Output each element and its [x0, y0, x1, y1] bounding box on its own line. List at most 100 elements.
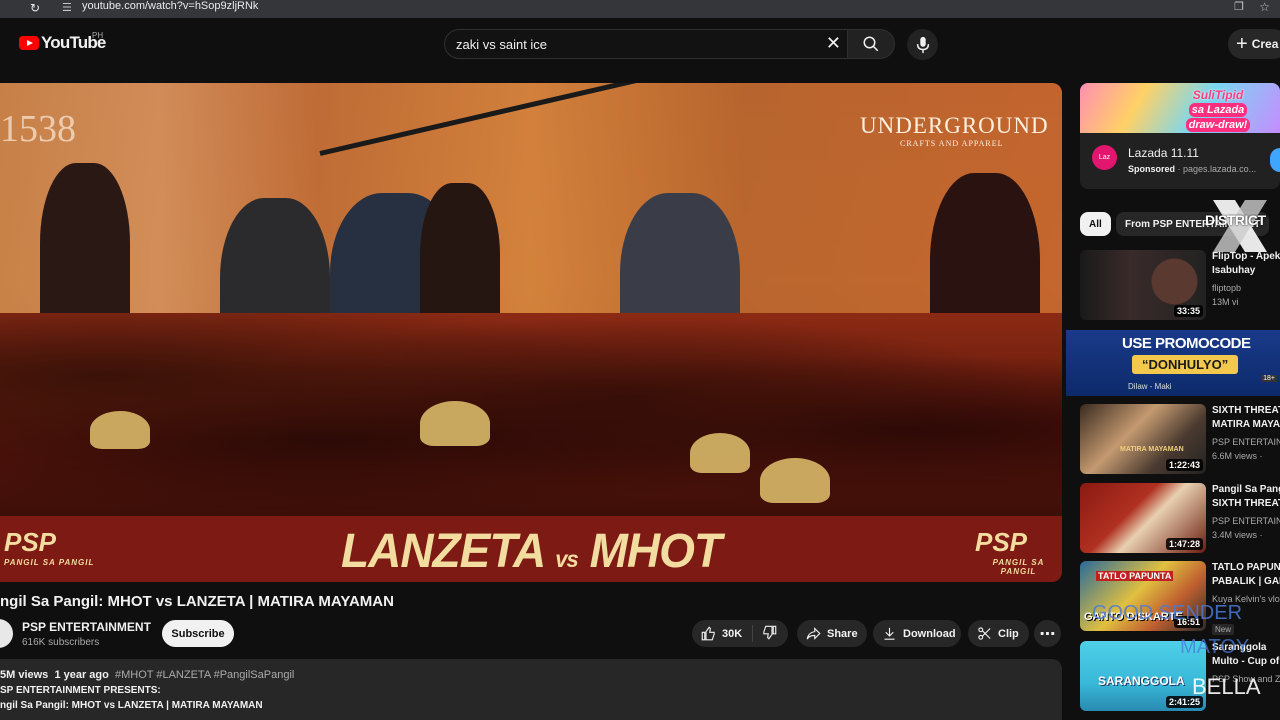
scissors-icon	[978, 627, 991, 640]
thumbs-down-icon	[763, 625, 777, 640]
like-dislike-group: 30K	[692, 620, 788, 647]
battle-title-art: LANZETA vs MHOT	[0, 522, 1062, 579]
recommended-video[interactable]: 1:47:28 Pangil Sa Pang SIXTH THREAT PSP …	[1080, 483, 1280, 553]
search-input[interactable]: zaki vs saint ice ✕	[444, 29, 847, 59]
sponsored-ad-card[interactable]: SuliTipid sa Lazada draw-draw! Laz Lazad…	[1080, 83, 1280, 189]
dislike-button[interactable]	[753, 625, 783, 643]
view-count: 13M vi	[1212, 297, 1239, 307]
description-box[interactable]: 5M views 1 year ago #MHOT #LANZETA #Pang…	[0, 659, 1062, 720]
clip-label: Clip	[998, 627, 1019, 640]
share-label: Share	[827, 627, 858, 640]
ad-headline-line: sa Lazada	[1188, 103, 1248, 117]
recommended-video[interactable]: MATIRA MAYAMAN 1:22:43 SIXTH THREAT MATI…	[1080, 404, 1280, 474]
ad-meta: Sponsored · pages.lazada.co...	[1128, 164, 1256, 174]
create-button[interactable]: + Crea	[1228, 29, 1280, 59]
promo-headline: USE PROMOCODE	[1122, 335, 1251, 352]
crowd-cap	[760, 458, 830, 503]
ad-headline: SuliTipid sa Lazada draw-draw!	[1158, 88, 1278, 132]
lazada-logo: Laz	[1092, 145, 1117, 170]
voice-search-button[interactable]	[907, 29, 938, 60]
stream-overlay-logo: DISTRICT	[1205, 196, 1275, 256]
channel-name: PSP ENTERTAIN	[1212, 516, 1280, 526]
video-thumbnail: 1:47:28	[1080, 483, 1206, 553]
reload-icon[interactable]: ↻	[30, 1, 40, 15]
view-count: 6.6M views ·	[1212, 451, 1263, 461]
video-title: Pangil Sa Pang	[1212, 484, 1280, 495]
ad-headline-line: SuliTipid	[1192, 88, 1244, 102]
thumb-text: SARANGGOLA	[1098, 674, 1185, 688]
stream-overlay-text: BELLA	[1192, 674, 1261, 699]
description-line: ngil Sa Pangil: MHOT vs LANZETA | MATIRA…	[0, 700, 263, 711]
crowd	[0, 313, 1062, 523]
install-app-icon[interactable]: ❐	[1234, 0, 1244, 13]
hashtags[interactable]: #MHOT #LANZETA #PangilSaPangil	[115, 669, 294, 681]
ad-image: SuliTipid sa Lazada draw-draw!	[1080, 83, 1280, 133]
psp-logo-text: PSP	[975, 527, 1028, 557]
thumb-text: MATIRA MAYAMAN	[1120, 446, 1184, 453]
more-actions-button[interactable]: ⋯	[1034, 620, 1061, 647]
thumbs-up-icon	[701, 626, 715, 641]
subscribe-button[interactable]: Subscribe	[162, 620, 234, 647]
youtube-logo[interactable]: YouTube PH	[19, 31, 106, 53]
microphone-icon	[916, 36, 929, 53]
video-title-line2: MATIRA MAYA	[1212, 419, 1280, 430]
duration-badge: 1:47:28	[1165, 538, 1203, 550]
stream-overlay-text: MATOY	[1180, 636, 1250, 658]
youtube-play-icon	[19, 36, 39, 50]
plus-icon: +	[1236, 32, 1248, 55]
video-title-line2: SIXTH THREAT	[1212, 498, 1280, 509]
browser-toolbar: ↻ ☰ youtube.com/watch?v=hSop9zljRNk ❐ ☆	[0, 0, 1280, 18]
upload-age: 1 year ago	[54, 669, 109, 681]
channel-name: fliptopb	[1212, 283, 1242, 293]
clear-search-icon[interactable]: ✕	[826, 33, 841, 54]
crowd-cap	[90, 411, 150, 449]
download-label: Download	[903, 627, 956, 640]
overlay-logo-text: DISTRICT	[1205, 212, 1266, 228]
description-meta: 5M views 1 year ago #MHOT #LANZETA #Pang…	[0, 669, 294, 681]
like-button[interactable]: 30K	[692, 625, 754, 642]
ad-cta-button[interactable]	[1270, 148, 1280, 172]
sponsor-brand: UNDERGROUND	[860, 113, 1049, 138]
channel-name[interactable]: PSP ENTERTAINMENT	[22, 620, 151, 634]
versus-text: vs	[555, 545, 579, 573]
view-count: 5M views	[0, 669, 49, 681]
bookmark-star-icon[interactable]: ☆	[1259, 0, 1270, 14]
chip-all[interactable]: All	[1080, 212, 1111, 236]
video-title-line2: PABALIK | GAN	[1212, 576, 1280, 587]
channel-avatar[interactable]	[0, 619, 13, 648]
address-bar[interactable]: youtube.com/watch?v=hSop9zljRNk	[82, 0, 258, 12]
psp-logo-right: PSP PANGIL SA PANGIL	[975, 527, 1062, 576]
duration-badge: 1:22:43	[1165, 459, 1203, 471]
sponsored-label: Sponsored	[1128, 164, 1176, 174]
video-thumbnail: 33:35	[1080, 250, 1206, 320]
ad-domain: · pages.lazada.co...	[1177, 164, 1257, 174]
search-button[interactable]	[847, 29, 895, 59]
like-count: 30K	[722, 627, 743, 640]
crowd-cap	[420, 401, 490, 446]
video-title-line2: Isabuhay	[1212, 265, 1256, 276]
stage-number: 1538	[0, 108, 76, 150]
ad-headline-line: draw-draw!	[1185, 118, 1251, 132]
share-icon	[806, 627, 821, 640]
video-player[interactable]: 1538 UNDERGROUND CRAFTS AND APPAREL PSP …	[0, 83, 1062, 582]
video-title: TATLO PAPUN	[1212, 562, 1280, 573]
download-icon	[884, 627, 895, 640]
emcee-left: LANZETA	[341, 522, 545, 578]
duration-badge: 33:35	[1173, 305, 1203, 317]
site-info-icon[interactable]: ☰	[62, 1, 72, 14]
clip-button[interactable]: Clip	[968, 620, 1029, 647]
description-line: SP ENTERTAINMENT PRESENTS:	[0, 685, 161, 696]
search-icon	[863, 36, 879, 52]
video-title: ngil Sa Pangil: MHOT vs LANZETA | MATIRA…	[0, 593, 394, 610]
view-count: 3.4M views ·	[1212, 530, 1263, 540]
emcee-right: MHOT	[589, 522, 722, 578]
crowd-cap	[690, 433, 750, 473]
share-button[interactable]: Share	[797, 620, 867, 647]
download-button[interactable]: Download	[873, 620, 961, 647]
video-thumbnail: MATIRA MAYAMAN 1:22:43	[1080, 404, 1206, 474]
search-query-text: zaki vs saint ice	[456, 37, 548, 52]
recommended-video[interactable]: 33:35 FlipTop - Apek Isabuhay fliptopb 1…	[1080, 250, 1280, 320]
channel-name: PSP ENTERTAIN	[1212, 437, 1280, 447]
stream-overlay-text: GOOD SENDER	[1092, 602, 1243, 624]
age-rating: 18+	[1261, 375, 1277, 382]
